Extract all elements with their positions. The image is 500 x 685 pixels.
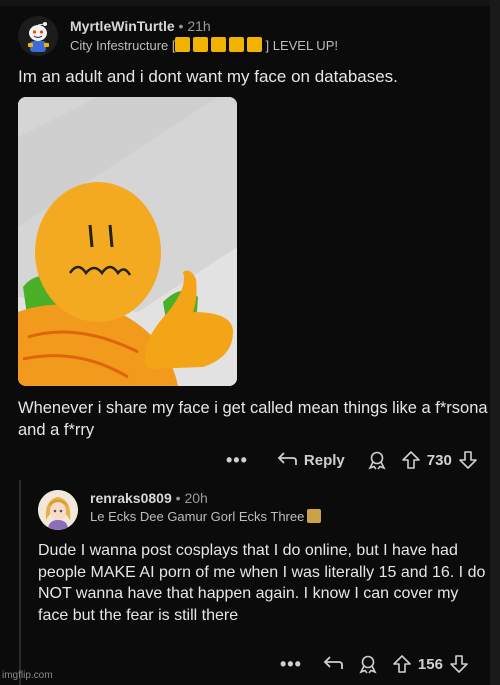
flair-box-icon bbox=[193, 37, 209, 52]
user-flair: City Infestructure [ ] LEVEL UP! bbox=[70, 37, 338, 53]
top-edge bbox=[0, 0, 500, 6]
flair-text: Le Ecks Dee Gamur Gorl Ecks Three bbox=[90, 509, 305, 524]
downvote-button[interactable] bbox=[449, 654, 469, 674]
more-dots-icon: ••• bbox=[226, 449, 248, 470]
flair-prefix: City Infestructure [ bbox=[70, 38, 176, 53]
reply-button[interactable]: Reply bbox=[276, 451, 345, 469]
comment-body-top: Im an adult and i dont want my face on d… bbox=[18, 67, 398, 86]
flair-box-icon bbox=[175, 37, 191, 52]
comment-header: MyrtleWinTurtle • 21h bbox=[70, 18, 211, 34]
flair-suffix: ] LEVEL UP! bbox=[265, 38, 338, 53]
timestamp: 21h bbox=[187, 18, 211, 34]
flair-box-icon bbox=[211, 37, 227, 52]
downvote-icon bbox=[458, 451, 477, 469]
award-button[interactable] bbox=[367, 450, 387, 470]
vote-score: 156 bbox=[417, 655, 443, 673]
comment-thread: MyrtleWinTurtle • 21h City Infestructure… bbox=[0, 0, 500, 685]
comment-actions: ••• 156 bbox=[280, 652, 469, 676]
reply-arrow-icon bbox=[277, 452, 297, 465]
reply-label: Reply bbox=[303, 451, 345, 469]
flair-box-icon bbox=[229, 37, 245, 52]
award-button[interactable] bbox=[358, 654, 378, 674]
comment-image[interactable] bbox=[18, 97, 237, 386]
comment-body-bottom: Whenever i share my face i get called me… bbox=[18, 399, 488, 439]
anime-avatar-icon bbox=[38, 490, 78, 530]
username[interactable]: MyrtleWinTurtle bbox=[70, 18, 175, 34]
watermark: imgflip.com bbox=[2, 670, 53, 681]
upvote-icon bbox=[401, 451, 420, 469]
separator: • bbox=[178, 18, 184, 34]
comment-header: renraks0809 • 20h bbox=[90, 490, 208, 506]
character-drawing-image bbox=[18, 97, 237, 386]
thread-line[interactable] bbox=[19, 480, 21, 685]
more-options-button[interactable]: ••• bbox=[226, 450, 248, 471]
comment-body: Dude I wanna post cosplays that I do onl… bbox=[38, 542, 486, 624]
downvote-icon bbox=[450, 655, 468, 673]
user-avatar[interactable] bbox=[18, 16, 58, 56]
user-avatar[interactable] bbox=[38, 490, 78, 530]
upvote-button[interactable] bbox=[392, 654, 412, 674]
vote-score: 730 bbox=[426, 451, 452, 469]
right-edge bbox=[490, 0, 500, 685]
more-options-button[interactable]: ••• bbox=[280, 654, 302, 675]
downvote-button[interactable] bbox=[458, 450, 478, 470]
user-flair: Le Ecks Dee Gamur Gorl Ecks Three bbox=[90, 509, 322, 524]
award-icon bbox=[359, 655, 377, 674]
flair-box-icon bbox=[247, 37, 263, 52]
more-dots-icon: ••• bbox=[280, 653, 302, 674]
snoo-avatar-icon bbox=[18, 16, 58, 56]
upvote-button[interactable] bbox=[401, 450, 421, 470]
timestamp: 20h bbox=[184, 490, 208, 506]
reply-arrow-icon bbox=[323, 656, 343, 669]
flair-emoji-icon bbox=[307, 509, 322, 523]
reply-button[interactable] bbox=[322, 655, 344, 673]
comment-actions: ••• Reply 730 bbox=[226, 448, 492, 472]
award-icon bbox=[368, 451, 386, 470]
upvote-icon bbox=[393, 655, 411, 673]
separator: • bbox=[175, 490, 181, 506]
username[interactable]: renraks0809 bbox=[90, 490, 172, 506]
